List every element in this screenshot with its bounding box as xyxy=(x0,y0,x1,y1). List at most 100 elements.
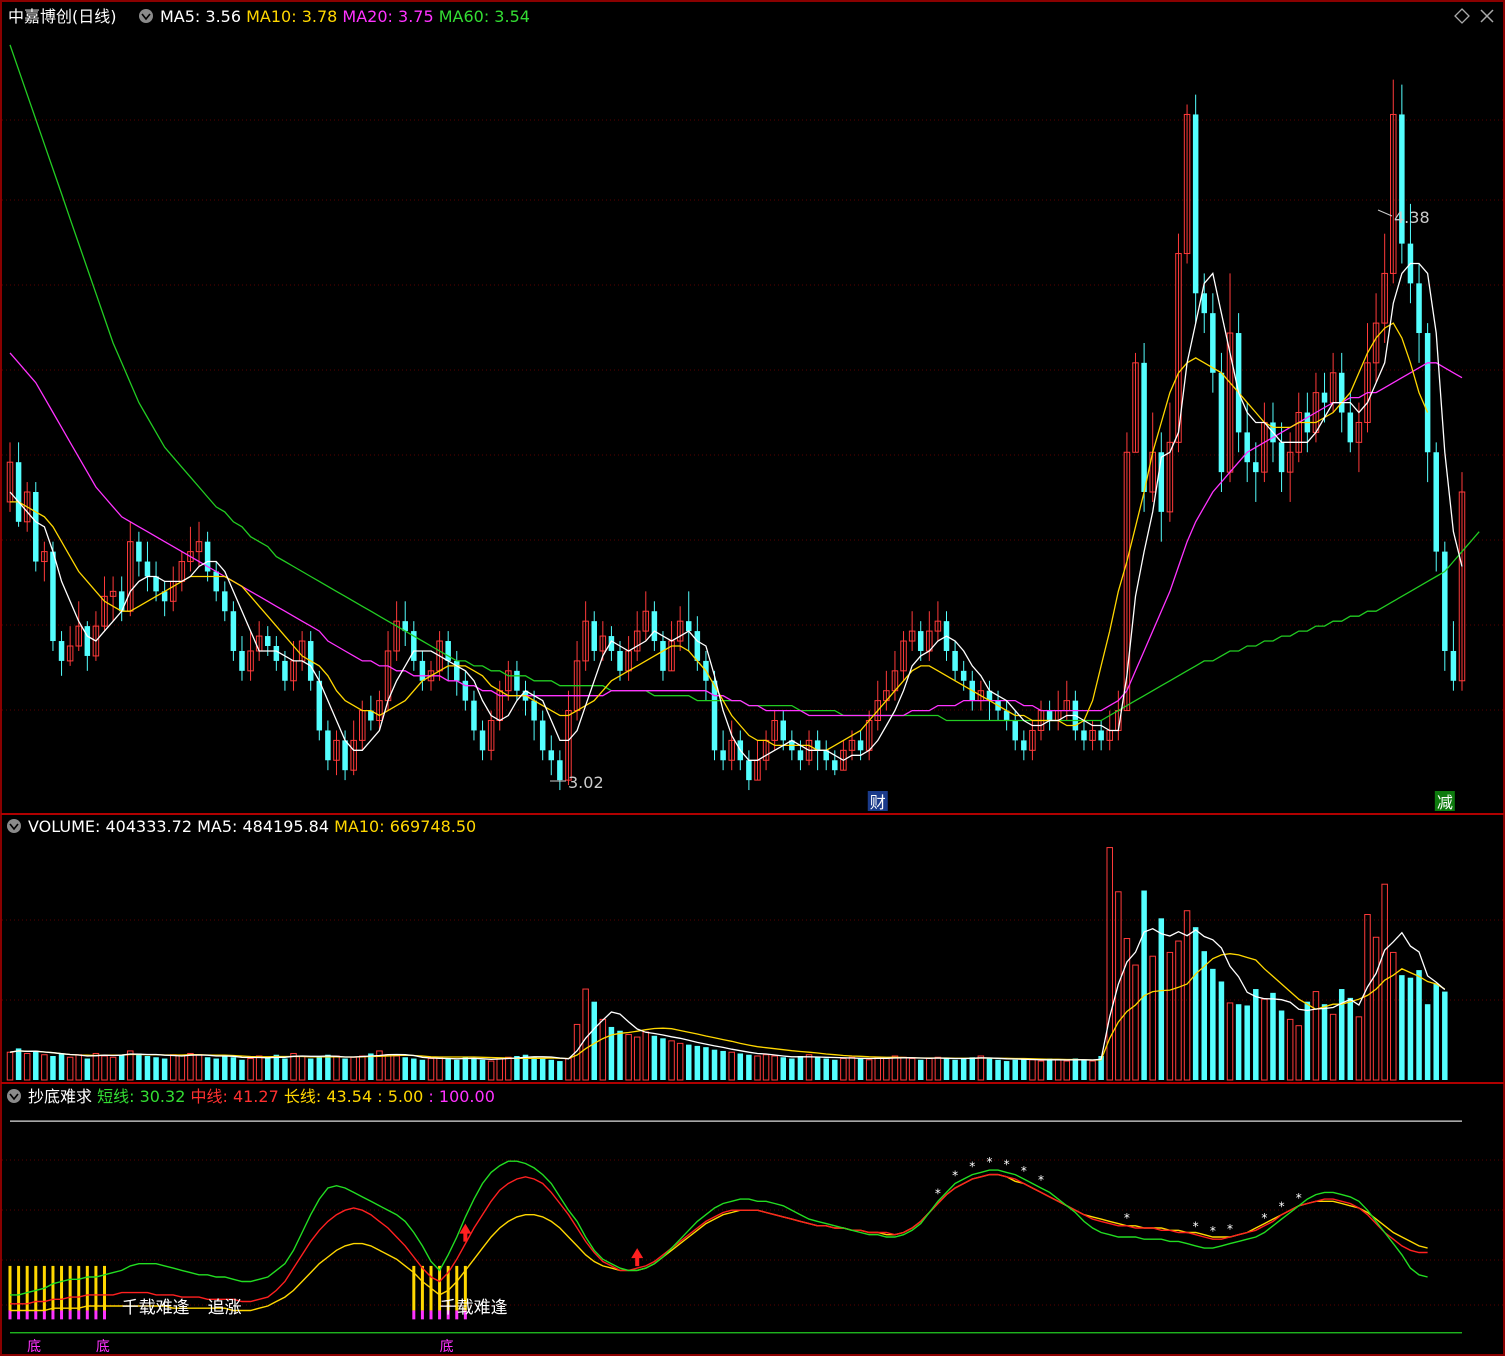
candle-body-down xyxy=(1338,372,1345,413)
volume-bar-down xyxy=(1399,975,1405,1080)
event-label: 财 xyxy=(870,793,886,812)
legend-item: MA20: 3.75 xyxy=(342,7,438,26)
candle-body-down xyxy=(1347,412,1354,443)
volume-bar-down xyxy=(265,1057,271,1080)
volume-bar-down xyxy=(943,1058,950,1080)
volume-bar-down xyxy=(50,1056,56,1080)
volume-bar-down xyxy=(1201,951,1207,1080)
candle-body-down xyxy=(222,591,228,612)
candle-body-down xyxy=(33,492,39,562)
volume-bar-down xyxy=(479,1059,486,1080)
candle-body-down xyxy=(1244,432,1250,463)
volume-bar-down xyxy=(136,1053,142,1080)
candle-body-down xyxy=(230,611,237,651)
indicator-annotation: 底 xyxy=(440,1339,454,1355)
candle-body-down xyxy=(265,636,271,646)
candle-body-down xyxy=(514,670,520,691)
volume-bar-down xyxy=(1278,1010,1285,1080)
candle-body-down xyxy=(917,631,924,651)
indicator-annotation: 底 xyxy=(27,1339,41,1355)
star-mark: * xyxy=(1468,0,1474,3)
volume-bar-down xyxy=(1218,981,1225,1080)
volume-bar-down xyxy=(1407,977,1414,1080)
volume-bar-down xyxy=(703,1047,709,1080)
legend-item: 短线: 30.32 xyxy=(97,1087,190,1106)
volume-menu-icon[interactable] xyxy=(7,819,21,833)
volume-bar-down xyxy=(1021,1058,1027,1080)
volume-bar-down xyxy=(1253,989,1259,1080)
volume-bar-down xyxy=(539,1058,546,1080)
volume-bar-down xyxy=(694,1045,701,1080)
volume-bar-down xyxy=(1270,992,1276,1080)
volume-bar-down xyxy=(557,1061,563,1080)
volume-bar-down xyxy=(33,1050,39,1080)
candle-body-down xyxy=(660,641,666,671)
volume-bar-down xyxy=(1003,1061,1010,1080)
star-mark: * xyxy=(969,1160,975,1174)
candle-body-down xyxy=(960,670,967,681)
legend-item: MA5: 3.56 xyxy=(160,7,246,26)
indicator-annotation: 千载难逢 xyxy=(440,1298,508,1318)
legend-item: : 100.00 xyxy=(428,1087,494,1106)
volume-bar-down xyxy=(832,1059,838,1080)
star-mark: * xyxy=(1433,0,1439,3)
volume-bar-down xyxy=(814,1057,821,1080)
high-price-label: 4.38 xyxy=(1394,208,1430,227)
candle-body-down xyxy=(1278,442,1285,473)
chevron-down-icon[interactable] xyxy=(139,9,153,23)
candle-body-down xyxy=(342,740,348,771)
candle-body-down xyxy=(419,660,426,681)
star-mark: * xyxy=(952,1169,958,1183)
volume-bar-down xyxy=(969,1057,976,1080)
volume-bar-down xyxy=(617,1030,623,1080)
legend-item: 抄底难求 xyxy=(28,1087,97,1106)
volume-bar-down xyxy=(917,1059,924,1080)
volume-bar-down xyxy=(1192,927,1199,1080)
volume-bar-down xyxy=(368,1053,374,1080)
candle-body-down xyxy=(1012,720,1018,741)
volume-bar-down xyxy=(325,1054,331,1080)
volume-bar-down xyxy=(419,1059,426,1080)
candle-body-down xyxy=(1218,372,1225,473)
star-mark: * xyxy=(1450,0,1456,3)
event-label: 减 xyxy=(1437,793,1453,812)
candle-body-down xyxy=(1201,293,1207,314)
candle-body-down xyxy=(445,641,451,661)
volume-bar-down xyxy=(445,1058,451,1080)
volume-bar-down xyxy=(273,1054,280,1080)
indicator-legend: 抄底难求 短线: 30.32 中线: 41.27 长线: 43.54 : 5.0… xyxy=(28,1087,495,1106)
star-mark: * xyxy=(1279,1200,1285,1214)
chart-stage: ********************千载难逢追涨千载难逢底底底 财减跌涨 中… xyxy=(0,0,1505,1356)
candle-body-down xyxy=(479,730,486,751)
volume-bar-down xyxy=(1012,1059,1018,1080)
candle-body-down xyxy=(1098,730,1104,741)
volume-bar-down xyxy=(454,1059,460,1080)
volume-bar-down xyxy=(144,1056,151,1080)
candle-body-down xyxy=(1253,462,1259,473)
candle-body-down xyxy=(1321,392,1328,403)
candle-body-down xyxy=(462,680,469,701)
legend-item: : 5.00 xyxy=(377,1087,428,1106)
candle-body-down xyxy=(1192,114,1199,294)
volume-bar-down xyxy=(952,1059,958,1080)
volume-legend: VOLUME: 404333.72 MA5: 484195.84 MA10: 6… xyxy=(28,817,476,836)
volume-bar-down xyxy=(230,1057,237,1080)
volume-bar-down xyxy=(711,1049,718,1080)
volume-bar-down xyxy=(118,1054,125,1080)
candle-body-down xyxy=(1416,283,1422,334)
volume-bar-down xyxy=(1442,991,1448,1080)
volume-bar-down xyxy=(316,1057,323,1080)
volume-bar-down xyxy=(1244,1005,1250,1080)
volume-bar-down xyxy=(1235,1004,1242,1080)
volume-bar-down xyxy=(660,1038,666,1080)
volume-bar-down xyxy=(213,1058,219,1080)
indicator-annotation: 千载难逢 xyxy=(122,1298,190,1318)
indicator-menu-icon[interactable] xyxy=(7,1089,21,1103)
volume-bar-down xyxy=(1321,1004,1328,1080)
candle-body-down xyxy=(1081,730,1087,741)
candle-body-down xyxy=(857,740,864,751)
candle-body-down xyxy=(694,631,701,661)
volume-bar-down xyxy=(746,1054,752,1080)
star-mark: * xyxy=(986,1155,992,1169)
candle-body-down xyxy=(1141,362,1147,492)
